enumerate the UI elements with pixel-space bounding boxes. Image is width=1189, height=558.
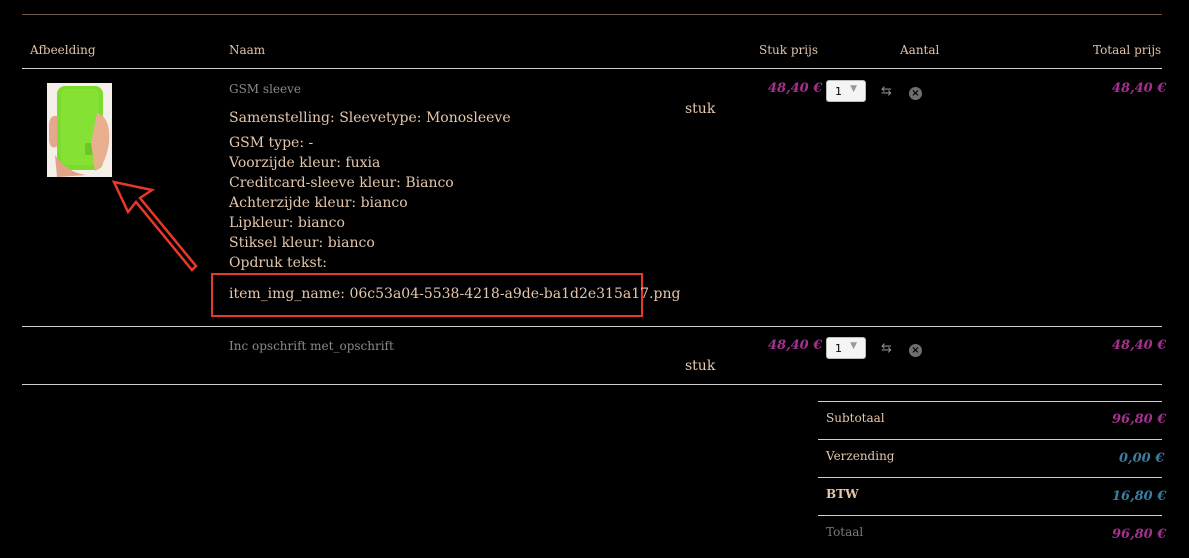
- remove-icon[interactable]: ×: [909, 87, 922, 100]
- quantity-select[interactable]: 1 ▼: [826, 80, 866, 102]
- item-unit-price: 48,40 €: [768, 81, 823, 96]
- summary-divider: [818, 515, 1162, 516]
- header-divider: [22, 68, 1162, 69]
- chevron-down-icon: ▼: [850, 84, 857, 94]
- shipping-value: 0,00 €: [1119, 451, 1165, 466]
- total-value: 96,80 €: [1112, 527, 1167, 542]
- chevron-down-icon: ▼: [850, 341, 857, 351]
- attribute-lip-color: Lipkleur: bianco: [229, 215, 345, 231]
- item-unit-price: 48,40 €: [768, 338, 823, 353]
- subtotal-label: Subtotaal: [826, 411, 885, 425]
- top-divider: [22, 14, 1162, 15]
- refresh-icon[interactable]: ⇆: [881, 341, 892, 356]
- item-title[interactable]: Inc opschrift met_opschrift: [229, 339, 394, 353]
- item-attributes: GSM type: - Voorzijde kleur: fuxia Credi…: [229, 133, 454, 273]
- item-img-name: item_img_name: 06c53a04-5538-4218-a9de-b…: [229, 286, 681, 302]
- header-name: Naam: [229, 43, 266, 57]
- vat-label: BTW: [826, 487, 859, 501]
- attribute-creditcard-color: Creditcard-sleeve kleur: Bianco: [229, 175, 454, 191]
- refresh-icon[interactable]: ⇆: [881, 84, 892, 99]
- quantity-value: 1: [835, 85, 842, 98]
- header-quantity: Aantal: [900, 43, 940, 57]
- attribute-stitch-color: Stiksel kleur: bianco: [229, 235, 375, 251]
- shipping-label: Verzending: [826, 449, 895, 463]
- summary-divider: [818, 477, 1162, 478]
- header-image: Afbeelding: [30, 43, 96, 57]
- vat-value: 16,80 €: [1112, 489, 1167, 504]
- item-total: 48,40 €: [1112, 81, 1167, 96]
- attribute-gsm-type: GSM type: -: [229, 135, 314, 151]
- annotation-arrow: [111, 180, 198, 272]
- item-title[interactable]: GSM sleeve: [229, 82, 301, 96]
- quantity-select[interactable]: 1 ▼: [826, 337, 866, 359]
- product-image[interactable]: [47, 83, 112, 177]
- quantity-value: 1: [835, 342, 842, 355]
- remove-icon[interactable]: ×: [909, 344, 922, 357]
- header-total-price: Totaal prijs: [1093, 43, 1162, 57]
- item-total: 48,40 €: [1112, 338, 1167, 353]
- row-divider: [22, 384, 1162, 385]
- item-composition: Samenstelling: Sleevetype: Monosleeve: [229, 110, 511, 126]
- attribute-print-text: Opdruk tekst:: [229, 255, 327, 271]
- subtotal-value: 96,80 €: [1112, 412, 1167, 427]
- item-unit-label: stuk: [685, 358, 716, 374]
- header-unit-price: Stuk prijs: [759, 43, 818, 57]
- summary-divider: [818, 439, 1162, 440]
- attribute-front-color: Voorzijde kleur: fuxia: [229, 155, 381, 171]
- row-divider: [22, 326, 1162, 327]
- item-unit-label: stuk: [685, 101, 716, 117]
- total-label: Totaal: [826, 525, 864, 539]
- phone-sleeve-image: [47, 83, 112, 177]
- attribute-back-color: Achterzijde kleur: bianco: [229, 195, 408, 211]
- summary-divider: [818, 401, 1162, 402]
